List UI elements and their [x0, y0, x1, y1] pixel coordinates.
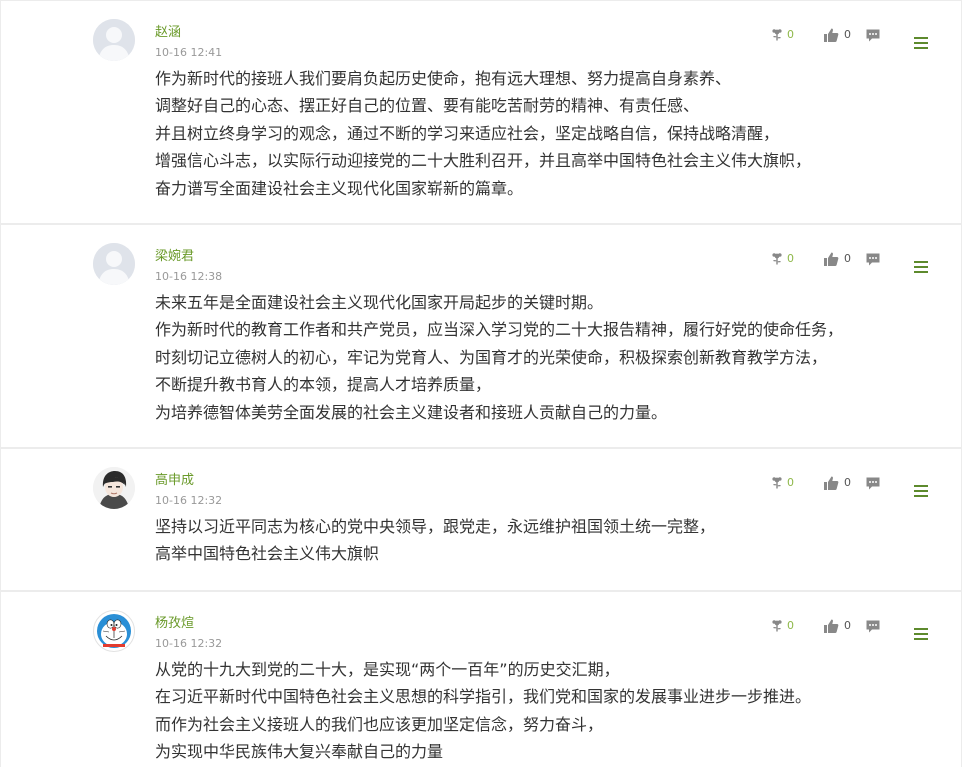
reply-button[interactable]	[865, 249, 881, 269]
comment-line: 高举中国特色社会主义伟大旗帜	[155, 544, 380, 564]
thumbs-up-icon	[824, 476, 839, 490]
menu-button[interactable]	[913, 257, 929, 277]
comment-actions: 0 0	[769, 249, 949, 273]
flower-button[interactable]: 0	[769, 249, 794, 269]
comment-author[interactable]: 高申成	[155, 473, 194, 489]
like-button[interactable]: 0	[823, 473, 851, 493]
comment-item: 杨孜煊 10-16 12:32 0 0 从党的十九大到党的二十大，是实现“两个一…	[0, 591, 962, 767]
reply-button[interactable]	[865, 616, 881, 636]
menu-button[interactable]	[913, 33, 929, 53]
comment-line: 未来五年是全面建设社会主义现代化国家开局起步的关键时期。	[155, 293, 604, 312]
hamburger-menu-icon	[914, 628, 928, 640]
comment-line: 奋力谱写全面建设社会主义现代化国家崭新的篇章。	[155, 178, 524, 198]
like-count: 0	[844, 28, 851, 41]
comment-body: 未来五年是全面建设社会主义现代化国家开局起步的关键时期。 作为新时代的教育工作者…	[155, 289, 945, 426]
comment-bubble-icon	[866, 29, 880, 42]
flower-count: 0	[787, 619, 794, 632]
comment-actions: 0 0	[769, 473, 949, 497]
comment-line: 作为新时代的接班人我们要肩负起历史使命，抱有远大理想、努力提高自身素养、	[155, 69, 732, 88]
default-avatar[interactable]	[93, 243, 135, 285]
comment-body: 作为新时代的接班人我们要肩负起历史使命，抱有远大理想、努力提高自身素养、 调整好…	[155, 65, 945, 202]
comment-time: 10-16 12:32	[155, 494, 223, 507]
flower-count: 0	[787, 252, 794, 265]
reply-button[interactable]	[865, 25, 881, 45]
comment-line: 时刻切记立德树人的初心，牢记为党育人、为国育才的光荣使命，积极探索创新教育教学方…	[155, 347, 828, 367]
comment-line: 从党的十九大到党的二十大，是实现“两个一百年”的历史交汇期，	[155, 660, 620, 679]
comment-body: 坚持以习近平同志为核心的党中央领导，跟党走，永远维护祖国领土统一完整， 高举中国…	[155, 513, 945, 568]
comment-item: 梁婉君 10-16 12:38 0 0 未来五年是全面建设社会主义现代化国家开局…	[0, 224, 962, 448]
user-silhouette-icon	[93, 19, 135, 61]
comment-bubble-icon	[866, 477, 880, 490]
comment-feed: 赵涵 10-16 12:41 0 0 作为新时代的接班人我们要肩负起历史使命，抱…	[0, 0, 964, 767]
like-count: 0	[844, 252, 851, 265]
comment-author[interactable]: 梁婉君	[155, 249, 194, 265]
menu-button[interactable]	[913, 624, 929, 644]
doraemon-avatar[interactable]	[93, 610, 135, 652]
flower-icon	[772, 620, 782, 632]
flower-button[interactable]: 0	[769, 25, 794, 45]
comment-item: 赵涵 10-16 12:41 0 0 作为新时代的接班人我们要肩负起历史使命，抱…	[0, 0, 962, 224]
flower-icon	[772, 29, 782, 41]
menu-button[interactable]	[913, 481, 929, 501]
like-button[interactable]: 0	[823, 616, 851, 636]
like-button[interactable]: 0	[823, 25, 851, 45]
comment-time: 10-16 12:41	[155, 46, 223, 59]
comment-line: 在习近平新时代中国特色社会主义思想的科学指引，我们党和国家的发展事业进步一步推进…	[155, 687, 812, 707]
comment-line: 而作为社会主义接班人的我们也应该更加坚定信念，努力奋斗，	[155, 714, 604, 734]
comment-actions: 0 0	[769, 616, 949, 640]
comment-line: 不断提升教书育人的本领，提高人才培养质量，	[155, 375, 492, 395]
flower-count: 0	[787, 28, 794, 41]
thumbs-up-icon	[824, 28, 839, 42]
comment-body: 从党的十九大到党的二十大，是实现“两个一百年”的历史交汇期， 在习近平新时代中国…	[155, 656, 945, 766]
comment-line: 为培养德智体美劳全面发展的社会主义建设者和接班人贡献自己的力量。	[155, 402, 668, 422]
thumbs-up-icon	[824, 252, 839, 266]
comment-time: 10-16 12:38	[155, 270, 223, 283]
comment-bubble-icon	[866, 620, 880, 633]
thumbs-up-icon	[824, 619, 839, 633]
comment-line: 作为新时代的教育工作者和共产党员，应当深入学习党的二十大报告精神，履行好党的使命…	[155, 320, 844, 340]
flower-icon	[772, 477, 782, 489]
default-avatar[interactable]	[93, 19, 135, 61]
hamburger-menu-icon	[914, 485, 928, 497]
like-count: 0	[844, 619, 851, 632]
flower-button[interactable]: 0	[769, 473, 794, 493]
like-count: 0	[844, 476, 851, 489]
anime-avatar[interactable]	[93, 467, 135, 509]
comment-line: 并且树立终身学习的观念，通过不断的学习来适应社会，坚定战略自信，保持战略清醒，	[155, 123, 780, 143]
comment-author[interactable]: 赵涵	[155, 25, 181, 41]
flower-button[interactable]: 0	[769, 616, 794, 636]
comment-line: 坚持以习近平同志为核心的党中央领导，跟党走，永远维护祖国领土统一完整，	[155, 517, 716, 536]
comment-author[interactable]: 杨孜煊	[155, 616, 194, 632]
comment-line: 为实现中华民族伟大复兴奉献自己的力量	[155, 742, 444, 762]
comment-line: 增强信心斗志，以实际行动迎接党的二十大胜利召开，并且高举中国特色社会主义伟大旗帜…	[155, 151, 812, 171]
hamburger-menu-icon	[914, 37, 928, 49]
flower-count: 0	[787, 476, 794, 489]
user-silhouette-icon	[93, 243, 135, 285]
flower-icon	[772, 253, 782, 265]
comment-item: 高申成 10-16 12:32 0 0 坚持以习近平同志为核心的党中央领导，跟党…	[0, 448, 962, 591]
comment-time: 10-16 12:32	[155, 637, 223, 650]
comment-bubble-icon	[866, 253, 880, 266]
reply-button[interactable]	[865, 473, 881, 493]
comment-line: 调整好自己的心态、摆正好自己的位置、要有能吃苦耐劳的精神、有责任感、	[155, 96, 700, 116]
comment-actions: 0 0	[769, 25, 949, 49]
doraemon-icon	[97, 614, 131, 648]
like-button[interactable]: 0	[823, 249, 851, 269]
hamburger-menu-icon	[914, 261, 928, 273]
anime-character-icon	[93, 467, 135, 509]
